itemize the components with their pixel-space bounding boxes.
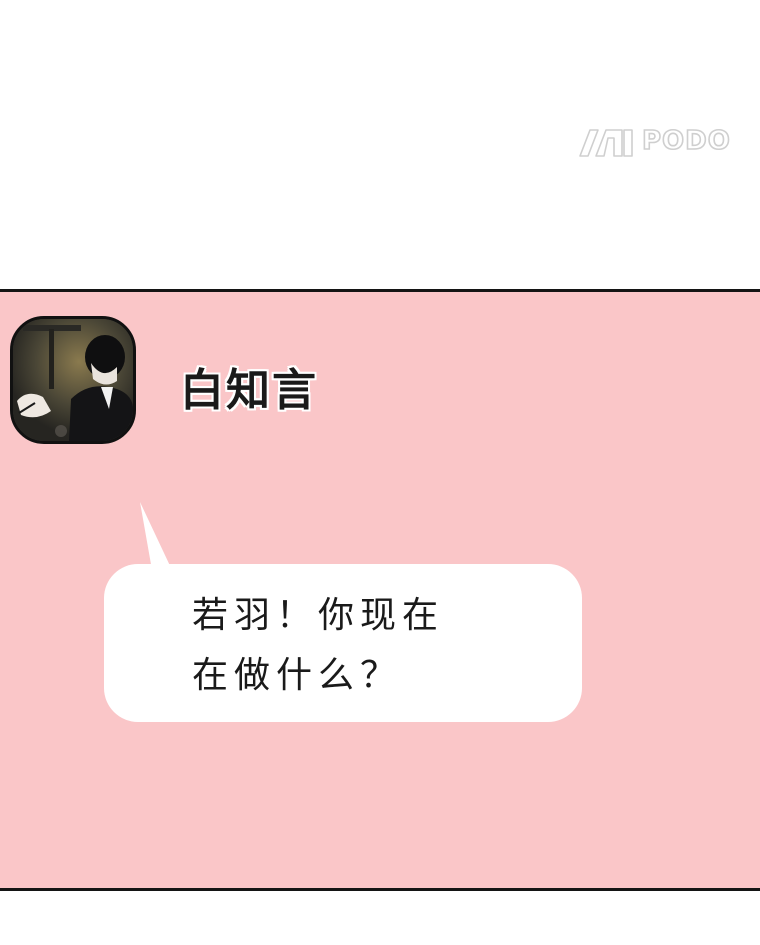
contact-avatar bbox=[10, 316, 136, 444]
message-bubble: 若羽！你现在 在做什么？ bbox=[96, 502, 586, 727]
sender-name: 白知言 bbox=[180, 365, 318, 416]
message-text: 若羽！你现在 在做什么？ bbox=[192, 586, 444, 706]
message-line-1: 若羽！你现在 bbox=[192, 595, 445, 636]
message-line-2: 在做什么？ bbox=[192, 655, 403, 696]
chat-panel: 白知言 若羽！你现在 在做什么？ bbox=[0, 289, 760, 891]
comic-panel-page: PODO 白知言 若羽！你现在 在做什么？ bbox=[0, 0, 760, 945]
watermark-logo-icon bbox=[579, 129, 633, 157]
bubble-body: 若羽！你现在 在做什么？ bbox=[104, 564, 582, 722]
podo-watermark: PODO bbox=[578, 124, 744, 158]
watermark-text: PODO bbox=[641, 125, 731, 157]
